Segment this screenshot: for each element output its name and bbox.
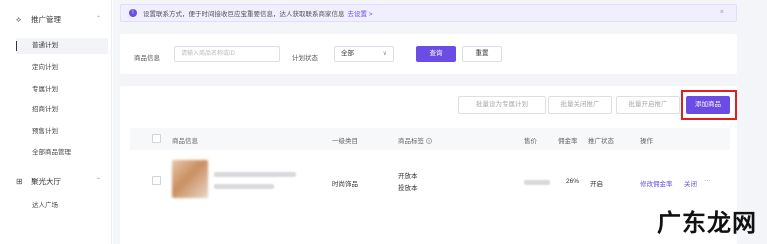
sidebar-item-recruit-plan[interactable]: 招商计划 (16, 102, 108, 118)
row-price-redacted (524, 180, 550, 185)
product-thumbnail[interactable] (172, 160, 208, 198)
row-status: 开启 (590, 181, 603, 188)
batch-exclusive-button[interactable]: 批量设为专属计划 (458, 96, 546, 114)
sidebar-item-talent-square[interactable]: 达人广场 (16, 198, 108, 214)
batch-open-button[interactable]: 批量开启推广 (616, 96, 680, 114)
highlight-box (681, 90, 737, 120)
header-product: 商品信息 (172, 138, 198, 145)
product-info-label: 商品信息 (134, 55, 160, 62)
info-icon: ! (129, 9, 137, 17)
chevron-up-icon: ⌃ (96, 178, 102, 184)
plan-status-value: 全部 (341, 50, 354, 57)
notice-settings-link[interactable]: 去设置 > (348, 8, 373, 18)
notice-bar: ! 设置联系方式，便于时间接收巨应宝重要信息，达人获取联系商家信息 去设置 > … (120, 4, 737, 22)
sidebar-group-promotion[interactable]: ⟡ 推广管理 ⌃ (16, 14, 101, 25)
batch-close-button[interactable]: 批量关闭推广 (548, 96, 612, 114)
header-price: 售价 (524, 138, 537, 145)
product-search-input[interactable]: 请输入商品名称或ID (174, 46, 280, 62)
sidebar-item-exclusive-plan[interactable]: 专属计划 (16, 82, 108, 98)
sidebar-item-targeted-plan[interactable]: 定向计划 (16, 60, 108, 76)
plan-status-select[interactable]: 全部 ∨ (334, 46, 394, 62)
more-icon[interactable]: ··· (704, 177, 711, 184)
close-promo-link[interactable]: 关闭 (684, 178, 697, 188)
header-status: 推广状态 (588, 138, 614, 145)
row-checkbox[interactable] (152, 176, 161, 185)
row-commission: 26% (566, 178, 580, 185)
sidebar-item-normal-plan[interactable]: 普通计划 (16, 38, 108, 54)
plan-status-label: 计划状态 (292, 55, 318, 62)
filter-panel: 商品信息 请输入商品名称或ID 计划状态 全部 ∨ 查询 重置 (120, 34, 737, 74)
table-header: 商品信息 一级类目 商品标签? 售价 佣金率 推广状态 操作 (130, 128, 730, 150)
row-tag: 开放本 (398, 173, 418, 180)
sidebar-item-all-products[interactable]: 全部商品管理 (16, 145, 108, 161)
edit-commission-link[interactable]: 修改佣金率 (640, 178, 673, 188)
header-category: 一级类目 (332, 138, 358, 145)
promo-icon: ⟡ (16, 15, 22, 24)
header-tags: 商品标签? (398, 135, 432, 145)
sidebar-group-hall[interactable]: ⊞ 聚光大厅 ⌃ (16, 176, 101, 187)
header-tags-label: 商品标签 (398, 138, 424, 145)
chevron-down-icon: ∨ (382, 51, 387, 57)
grid-icon: ⊞ (16, 177, 23, 186)
chevron-up-icon: ⌃ (96, 16, 102, 22)
product-table-panel: 批量设为专属计划 批量关闭推广 批量开启推广 添加商品 商品信息 一级类目 商品… (120, 86, 737, 244)
product-id-redacted (214, 184, 274, 189)
sidebar-group-label: 推广管理 (31, 15, 61, 24)
product-name-redacted (214, 172, 296, 177)
sidebar-item-presale-plan[interactable]: 预售计划 (16, 124, 108, 140)
header-actions: 操作 (640, 138, 653, 145)
close-icon[interactable]: × (720, 9, 724, 16)
select-all-checkbox[interactable] (152, 134, 161, 143)
sidebar-group-label: 聚光大厅 (31, 177, 61, 186)
row-tag: 投放本 (398, 185, 418, 192)
table-row: 时尚饰品 开放本 投放本 26% 开启 修改佣金率 关闭 ··· (130, 150, 730, 214)
row-category: 时尚饰品 (332, 181, 358, 188)
reset-button[interactable]: 重置 (462, 46, 502, 62)
query-button[interactable]: 查询 (416, 46, 456, 62)
watermark-logo: 广东龙网 (657, 209, 757, 237)
header-commission: 佣金率 (558, 138, 578, 145)
notice-text: 设置联系方式，便于时间接收巨应宝重要信息，达人获取联系商家信息 (143, 11, 345, 18)
help-icon[interactable]: ? (426, 138, 432, 145)
sidebar: ⟡ 推广管理 ⌃ 普通计划 定向计划 专属计划 招商计划 预售计划 全部商品管理… (0, 0, 112, 244)
